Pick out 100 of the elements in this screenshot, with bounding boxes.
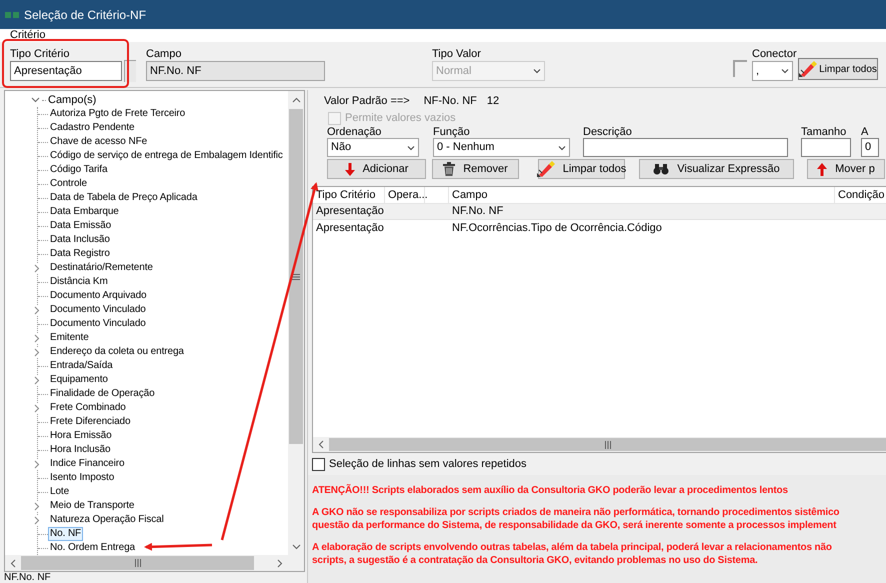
- tree-item[interactable]: Hora Inclusão: [48, 443, 112, 457]
- expand-icon[interactable]: [34, 404, 40, 412]
- tree-item[interactable]: Autoriza Pgto de Frete Terceiro: [48, 107, 188, 121]
- tree-item[interactable]: Data de Tabela de Preço Aplicada: [48, 191, 200, 205]
- tree-item[interactable]: Documento Vinculado: [48, 303, 148, 317]
- down-arrow-icon: [344, 162, 355, 176]
- expand-icon[interactable]: [34, 264, 40, 272]
- tree-item[interactable]: Indice Financeiro: [48, 457, 126, 471]
- scroll-right-icon[interactable]: [277, 558, 283, 568]
- dropdown[interactable]: ,: [752, 61, 793, 81]
- field-label: Tipo Critério: [10, 48, 70, 60]
- checkbox[interactable]: [312, 458, 325, 470]
- table-cell-text: Apresentação: [315, 220, 385, 236]
- tree-item[interactable]: Data Emissão: [48, 219, 114, 233]
- status-text: NF.No. NF: [4, 572, 51, 582]
- tree-item[interactable]: Hora Emissão: [48, 429, 114, 443]
- clear-all-button[interactable]: Limpar todos: [798, 58, 878, 80]
- tree-item[interactable]: Controle: [48, 177, 89, 191]
- tree-item[interactable]: Equipamento: [48, 373, 110, 387]
- default-value-field: NF-No. NF: [424, 93, 477, 110]
- scrollbar-thumb[interactable]: [329, 438, 886, 451]
- expand-icon[interactable]: [34, 502, 40, 510]
- expand-icon[interactable]: [34, 306, 40, 314]
- field-label: Tipo Valor: [432, 48, 481, 60]
- field-label: Tamanho: [801, 126, 848, 138]
- tree-item[interactable]: No. Ordem Entrega: [48, 541, 138, 555]
- tree-item[interactable]: Meio de Transporte: [48, 499, 136, 513]
- column-header[interactable]: Opera...: [385, 187, 425, 203]
- tree-item[interactable]: Data Inclusão: [48, 233, 112, 247]
- field-label: Função: [433, 126, 471, 138]
- horizontal-scrollbar[interactable]: [313, 437, 886, 452]
- dropdown-caret-icon: [533, 68, 541, 74]
- add-button[interactable]: Adicionar: [327, 159, 426, 179]
- readonly-field: NF.No. NF: [146, 61, 325, 81]
- remove-button[interactable]: Remover: [432, 159, 519, 179]
- tree-item[interactable]: Documento Arquivado: [48, 289, 148, 303]
- tree-item[interactable]: Lote: [48, 485, 72, 499]
- tree-item[interactable]: Campo(s): [48, 94, 96, 106]
- column-header[interactable]: Condição: [835, 187, 886, 203]
- table-cell-text: NF.Ocorrências.Tipo de Ocorrência.Código: [451, 220, 663, 236]
- dropdown[interactable]: 0 - Nenhum: [433, 138, 570, 157]
- view-button[interactable]: Visualizar Expressão: [639, 159, 794, 179]
- warning-text: ATENÇÃO!!! Scripts elaborados sem auxílio da Consultoria GKO poderão levar a procedimentos lentos: [312, 484, 789, 497]
- menu-item[interactable]: Critério: [10, 30, 46, 41]
- expand-icon[interactable]: [34, 376, 40, 384]
- binoculars-icon: [653, 163, 670, 175]
- warning-text: A GKO não se responsabiliza por scripts criados de maneira não performática, tornando procedimentos sistêmico questão da performance do Sistema, de responsabilidade da GKO, será inerente somente a processos implement: [312, 506, 840, 532]
- expand-icon[interactable]: [34, 348, 40, 356]
- scrollbar-thumb[interactable]: [21, 556, 254, 570]
- app-icon: [5, 12, 19, 18]
- vertical-scrollbar[interactable]: [288, 91, 304, 555]
- grip-icon: [292, 274, 300, 280]
- column-header[interactable]: Tipo Critério: [313, 187, 385, 203]
- field-label: A: [861, 126, 870, 138]
- text-field[interactable]: [583, 138, 788, 157]
- tree-item[interactable]: Código Tarifa: [48, 163, 110, 177]
- selected-row[interactable]: Apresentação NF.No. NF: [313, 204, 886, 220]
- tree-item[interactable]: Finalidade de Operação: [48, 387, 157, 401]
- eraser-icon: [799, 61, 818, 77]
- default-value: 12: [486, 94, 500, 110]
- tree-item[interactable]: Emitente: [48, 331, 91, 345]
- tree-item[interactable]: Endereço da coleta ou entrega: [48, 345, 186, 359]
- tree-item[interactable]: Documento Vinculado: [48, 317, 148, 331]
- annotation-arrow: [144, 542, 212, 551]
- expand-icon[interactable]: [34, 334, 40, 342]
- column-header[interactable]: Campo: [449, 187, 835, 203]
- tree-item[interactable]: Destinatário/Remetente: [48, 261, 155, 275]
- field-label: Descrição: [583, 126, 633, 138]
- tree-item[interactable]: Distância Km: [48, 275, 110, 289]
- tree-item[interactable]: Chave de acesso NFe: [48, 135, 150, 149]
- expand-icon[interactable]: [34, 460, 40, 468]
- tree-item[interactable]: Isento Imposto: [48, 471, 116, 485]
- text-field[interactable]: Apresentação: [10, 61, 122, 81]
- horizontal-scrollbar[interactable]: [5, 555, 304, 571]
- tree-item[interactable]: Código de serviço de entrega de Embalagem Identific: [48, 149, 285, 163]
- text-field[interactable]: [801, 138, 851, 157]
- tree-item[interactable]: Entrada/Saída: [48, 359, 115, 373]
- trash-icon: [443, 162, 456, 176]
- field-label: Conector: [752, 48, 797, 60]
- scroll-left-icon[interactable]: [318, 440, 324, 449]
- scroll-down-icon[interactable]: [292, 544, 300, 550]
- tree-item[interactable]: No. NF: [48, 527, 84, 541]
- text-field[interactable]: 0: [861, 138, 879, 157]
- tree-item[interactable]: Cadastro Pendente: [48, 121, 136, 135]
- table-cell-text: Apresentação: [315, 204, 385, 220]
- scroll-up-icon[interactable]: [292, 97, 300, 103]
- tree-item[interactable]: Data Embarque: [48, 205, 121, 219]
- tree-item[interactable]: Frete Diferenciado: [48, 415, 132, 429]
- tree-item[interactable]: Frete Combinado: [48, 401, 128, 415]
- clear-button[interactable]: Limpar todos: [538, 159, 625, 179]
- scroll-left-icon[interactable]: [10, 558, 16, 568]
- dropdown-caret-icon: [558, 144, 566, 150]
- dropdown[interactable]: Não: [327, 138, 419, 157]
- tree-item[interactable]: Natureza Operação Fiscal: [48, 513, 166, 527]
- collapse-icon[interactable]: [31, 97, 40, 103]
- scrollbar-thumb[interactable]: [289, 109, 303, 444]
- dropdown-caret-icon: [781, 68, 789, 74]
- move-button[interactable]: Mover p: [807, 159, 885, 179]
- expand-icon[interactable]: [34, 516, 40, 524]
- tree-item[interactable]: Data Registro: [48, 247, 112, 261]
